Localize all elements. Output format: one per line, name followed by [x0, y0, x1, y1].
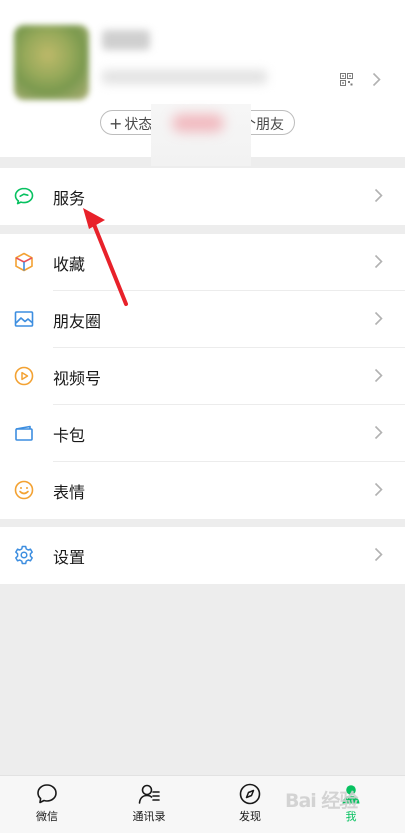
favorites-cube-icon — [15, 252, 33, 272]
chevron-right-icon — [374, 311, 383, 326]
plus-icon: + — [109, 114, 123, 133]
menu-item-stickers[interactable]: 表情 — [0, 462, 405, 519]
channels-play-icon — [14, 366, 34, 386]
avatar[interactable] — [14, 25, 89, 100]
menu-item-settings[interactable]: 设置 — [0, 527, 405, 584]
chevron-right-icon — [374, 188, 383, 203]
menu-item-label: 设置 — [53, 548, 86, 567]
tab-label: 通讯录 — [132, 810, 166, 823]
status-label: 状态 — [124, 117, 153, 133]
chevron-right-icon — [374, 368, 383, 383]
tab-chats[interactable]: 微信 — [12, 782, 82, 824]
qr-code-icon[interactable] — [340, 73, 353, 86]
menu-item-label: 卡包 — [53, 426, 86, 445]
menu-item-moments[interactable]: 朋友圈 — [0, 291, 405, 348]
menu-group-service: 服务 — [0, 168, 405, 225]
tab-discover[interactable]: 发现 — [215, 782, 285, 824]
menu-item-service[interactable]: 服务 — [0, 168, 405, 225]
menu-item-channels[interactable]: 视频号 — [0, 348, 405, 405]
menu-item-label: 朋友圈 — [53, 312, 102, 331]
chevron-right-icon — [374, 254, 383, 269]
card-wallet-icon — [15, 425, 33, 441]
tab-label: 微信 — [36, 810, 58, 823]
menu-item-favorites[interactable]: 收藏 — [0, 234, 405, 291]
nickname-redacted — [102, 30, 150, 50]
chat-bubble-icon — [37, 784, 57, 804]
chevron-right-icon — [374, 547, 383, 562]
chevron-right-icon — [372, 72, 381, 87]
tab-contacts[interactable]: 通讯录 — [114, 782, 184, 824]
moments-image-icon — [14, 311, 34, 327]
tab-label: 发现 — [239, 810, 261, 823]
wechat-id-redacted — [102, 70, 267, 84]
menu-item-card-wallet[interactable]: 卡包 — [0, 405, 405, 462]
redacted-area — [172, 114, 224, 132]
menu-group-settings: 设置 — [0, 527, 405, 584]
chevron-right-icon — [374, 425, 383, 440]
profile-header[interactable]: + 状态 个朋友 — [0, 0, 405, 166]
sticker-smile-icon — [14, 480, 34, 500]
menu-group-main: 收藏 朋友圈 视频号 卡包 表情 — [0, 234, 405, 519]
menu-item-label: 视频号 — [53, 369, 102, 388]
chevron-right-icon — [374, 482, 383, 497]
service-icon — [14, 187, 34, 205]
settings-gear-icon — [15, 545, 33, 565]
watermark: Bai 经验 — [285, 790, 358, 812]
annotation-arrow-icon — [83, 208, 128, 306]
contacts-icon — [138, 784, 160, 804]
menu-item-label: 表情 — [53, 483, 86, 502]
discover-compass-icon — [239, 783, 261, 805]
